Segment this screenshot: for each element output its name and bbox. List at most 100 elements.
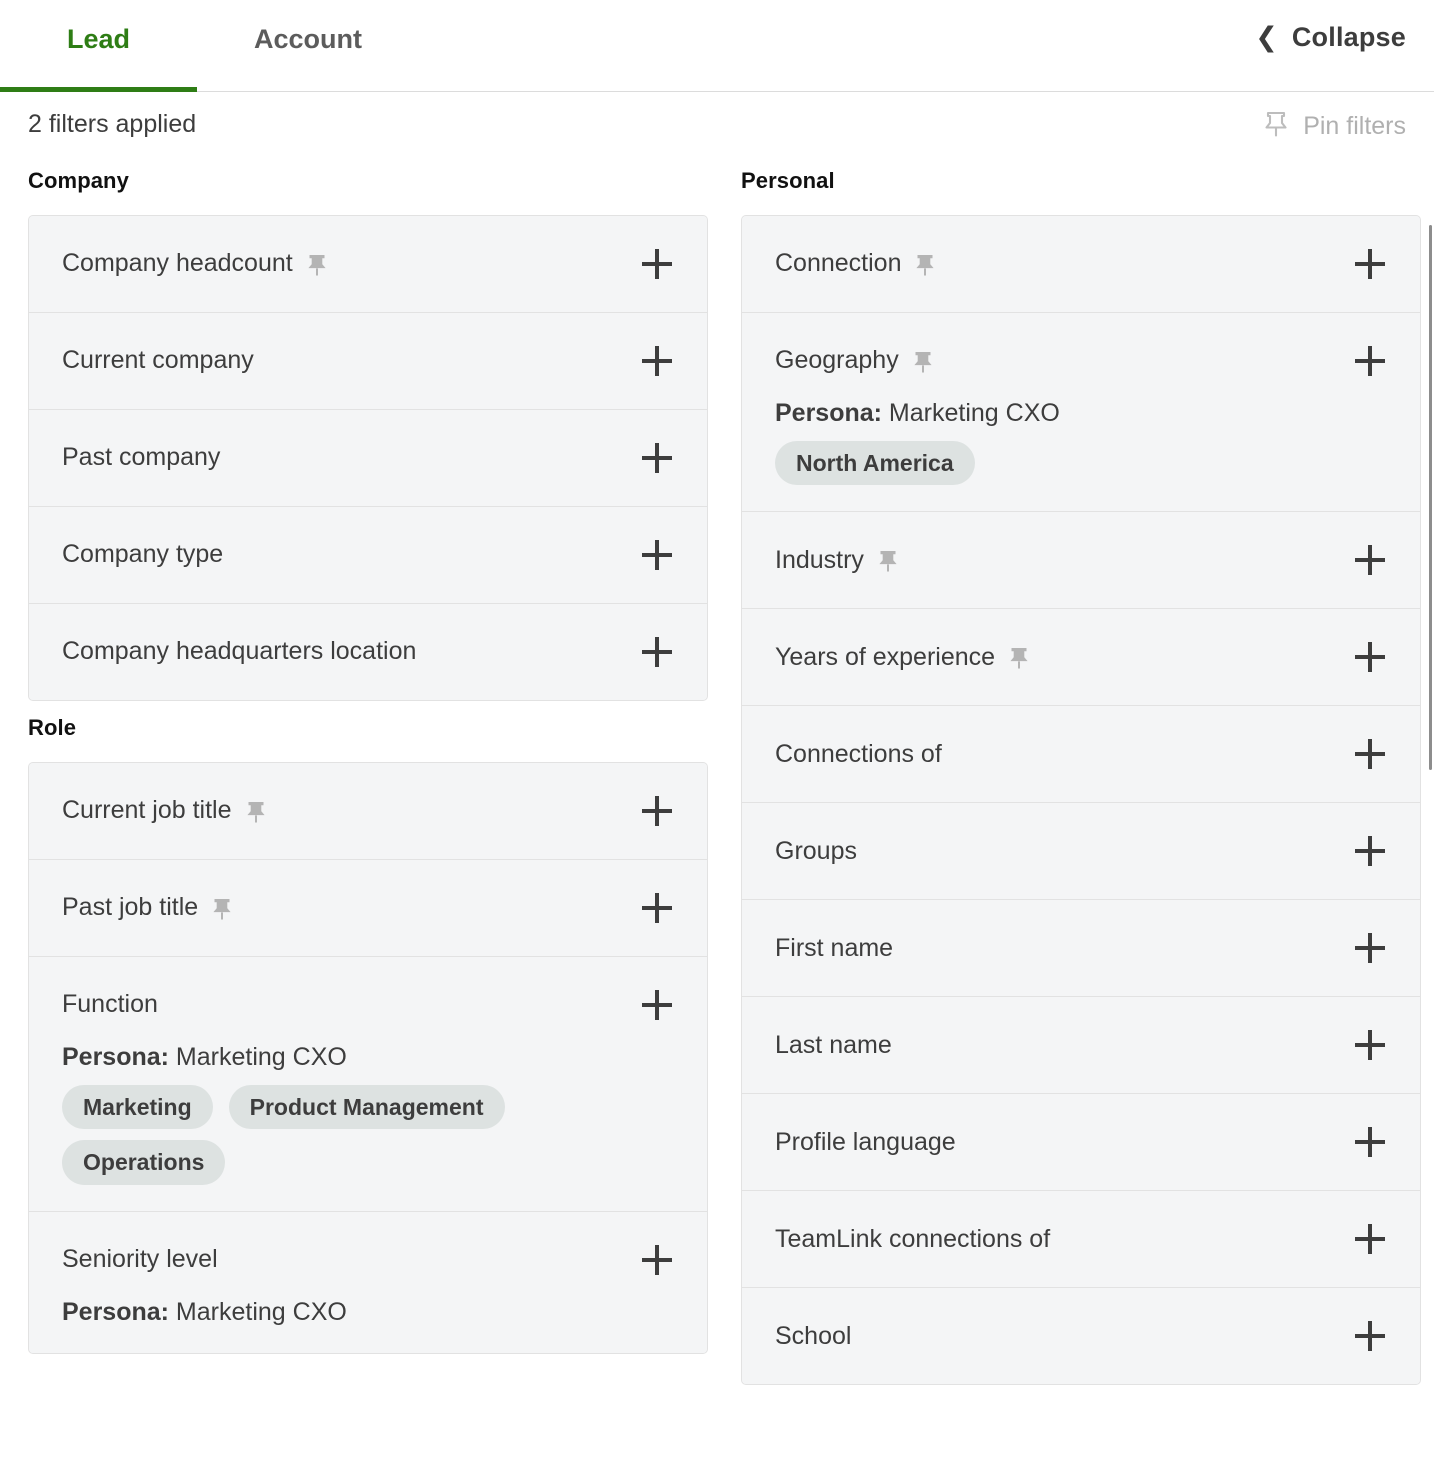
filter-row[interactable]: School (742, 1288, 1420, 1385)
plus-icon (1355, 933, 1385, 964)
filter-group-card: Current job title Past job title Function P… (28, 762, 708, 1354)
pin-filled-icon[interactable] (211, 897, 233, 921)
plus-icon (642, 637, 672, 667)
tab-account[interactable]: Account (197, 0, 419, 92)
filter-row[interactable]: Years of experience (742, 609, 1420, 707)
filter-row[interactable]: Current job title (29, 763, 707, 860)
add-filter-button[interactable] (1350, 1025, 1390, 1065)
filter-tag[interactable]: Operations (62, 1140, 226, 1185)
plus-icon (1355, 836, 1385, 867)
pin-filters-button[interactable]: Pin filters (1263, 110, 1406, 143)
filter-group-title: Role (28, 715, 77, 740)
pin-filled-icon[interactable] (912, 350, 934, 374)
filter-row-label: Profile language (775, 1127, 956, 1156)
persona-line: Persona: Marketing CXO (62, 1298, 679, 1327)
filter-columns: Company Company headcount Current company P… (0, 168, 1434, 1386)
tab-lead[interactable]: Lead (0, 0, 197, 92)
add-filter-button[interactable] (1350, 1316, 1390, 1356)
add-filter-button[interactable] (1350, 540, 1390, 580)
pin-filled-icon[interactable] (1008, 646, 1030, 670)
filter-row-header: Groups (775, 829, 1392, 873)
filter-row[interactable]: Function Persona: Marketing CXO Marketing P… (29, 957, 707, 1212)
filter-row-header: Function (62, 983, 679, 1027)
plus-icon (1355, 642, 1385, 673)
add-filter-button[interactable] (1350, 1122, 1390, 1162)
filter-row-header: Company type (62, 533, 679, 577)
filter-row[interactable]: Company headquarters location (29, 604, 707, 700)
add-filter-button[interactable] (637, 888, 677, 928)
filter-row[interactable]: Past job title (29, 860, 707, 957)
panel-scrollbar-thumb[interactable] (1429, 225, 1432, 770)
add-filter-button[interactable] (637, 341, 677, 381)
add-filter-button[interactable] (637, 791, 677, 831)
add-filter-button[interactable] (1350, 637, 1390, 677)
filter-tag[interactable]: Marketing (62, 1085, 213, 1130)
filter-row-header: Last name (775, 1023, 1392, 1067)
filter-row-label: Seniority level (62, 1245, 218, 1274)
filter-row-label: Years of experience (775, 642, 996, 671)
filter-tag[interactable]: Product Management (228, 1085, 505, 1130)
filter-row[interactable]: Seniority level Persona: Marketing CXO (29, 1211, 707, 1353)
filter-tag-list: Marketing Product Management Operations (62, 1085, 679, 1185)
panel-scrollbar-track[interactable] (1427, 93, 1434, 1475)
add-filter-button[interactable] (637, 438, 677, 478)
collapse-button[interactable]: ❮ Collapse (1255, 22, 1406, 53)
filter-row[interactable]: Profile language (742, 1094, 1420, 1192)
pin-filled-icon[interactable] (306, 253, 328, 277)
plus-icon (642, 443, 672, 473)
filter-row[interactable]: Last name (742, 997, 1420, 1095)
filter-row[interactable]: Connections of (742, 706, 1420, 804)
pin-filled-icon[interactable] (914, 253, 936, 277)
filter-row-label: Past job title (62, 893, 199, 922)
filter-tag[interactable]: North America (775, 441, 975, 486)
plus-icon (642, 893, 672, 923)
filter-group-card: Connection Geography Persona: Marketing CX… (741, 215, 1421, 1386)
filter-row[interactable]: Geography Persona: Marketing CXO North Ame… (742, 313, 1420, 513)
filter-row[interactable]: First name (742, 900, 1420, 998)
filter-row-header: First name (775, 926, 1392, 970)
filter-row-label: Geography (775, 346, 899, 375)
add-filter-button[interactable] (637, 1240, 677, 1280)
plus-icon (642, 249, 672, 279)
pin-filled-icon[interactable] (877, 549, 899, 573)
pin-filled-icon[interactable] (245, 800, 267, 824)
add-filter-button[interactable] (637, 244, 677, 284)
filter-tag-list: North America (775, 441, 1392, 486)
tab-bar: Lead Account (0, 0, 419, 92)
filter-row-header: Past job title (62, 886, 679, 930)
add-filter-button[interactable] (1350, 734, 1390, 774)
add-filter-button[interactable] (637, 632, 677, 672)
add-filter-button[interactable] (637, 985, 677, 1025)
plus-icon (642, 990, 672, 1020)
filter-row-label: School (775, 1321, 852, 1350)
filter-row[interactable]: Current company (29, 313, 707, 410)
persona-value: Marketing CXO (168, 1043, 347, 1071)
filter-row-label: Function (62, 990, 158, 1019)
lead-filters-panel: Lead Account ❮ Collapse 2 filters applie… (0, 0, 1434, 1475)
pin-filters-label: Pin filters (1303, 112, 1406, 140)
persona-value: Marketing CXO (881, 399, 1060, 427)
filter-row[interactable]: TeamLink connections of (742, 1191, 1420, 1289)
plus-icon (1355, 1127, 1385, 1158)
left-filter-column: Company Company headcount Current company P… (28, 168, 708, 1354)
filter-row-header: Current company (62, 339, 679, 383)
add-filter-button[interactable] (1350, 244, 1390, 284)
filter-row-label: Current job title (62, 796, 232, 825)
filter-row[interactable]: Connection (742, 216, 1420, 313)
add-filter-button[interactable] (1350, 831, 1390, 871)
filter-row-label: Company type (62, 540, 224, 569)
filter-row[interactable]: Groups (742, 803, 1420, 901)
persona-label: Persona: (62, 1043, 169, 1071)
persona-label: Persona: (62, 1297, 169, 1326)
plus-icon (642, 346, 672, 376)
filter-row[interactable]: Company type (29, 507, 707, 604)
filter-row-header: TeamLink connections of (775, 1217, 1392, 1261)
filter-row[interactable]: Company headcount (29, 216, 707, 313)
filter-row[interactable]: Industry (742, 512, 1420, 610)
filter-row[interactable]: Past company (29, 410, 707, 507)
plus-icon (642, 1244, 672, 1275)
add-filter-button[interactable] (1350, 1219, 1390, 1259)
add-filter-button[interactable] (1350, 341, 1390, 381)
add-filter-button[interactable] (1350, 928, 1390, 968)
add-filter-button[interactable] (637, 535, 677, 575)
